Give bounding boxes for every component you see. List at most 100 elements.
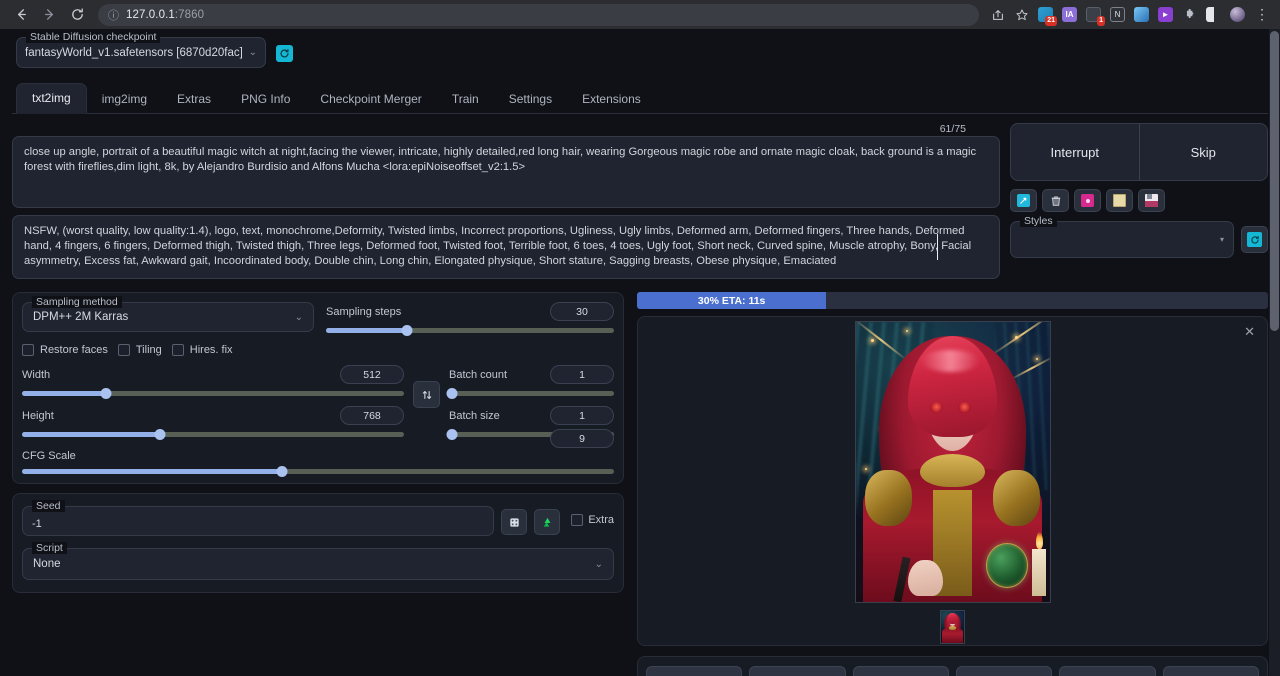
star-icon[interactable] bbox=[1011, 4, 1032, 25]
save-style-icon[interactable] bbox=[1138, 189, 1165, 212]
reuse-seed-recycle-icon[interactable] bbox=[534, 509, 560, 535]
width-slider[interactable] bbox=[22, 391, 404, 396]
slider-fill bbox=[22, 469, 282, 474]
kebab-menu-icon[interactable]: ⋮ bbox=[1251, 4, 1272, 25]
cfg-scale-slider[interactable] bbox=[22, 469, 614, 474]
tab-extensions[interactable]: Extensions bbox=[567, 85, 656, 114]
browser-actions: 21 IA 1 N ► ⋮ bbox=[987, 4, 1272, 25]
notion-icon[interactable]: N bbox=[1107, 4, 1128, 25]
reload-icon[interactable] bbox=[64, 2, 90, 28]
sampling-method-dropdown[interactable]: Sampling method DPM++ 2M Karras ⌄ bbox=[22, 302, 314, 332]
tab-extras[interactable]: Extras bbox=[162, 85, 226, 114]
sampling-steps-label: Sampling steps bbox=[326, 306, 401, 318]
sampler-panel: Sampling method DPM++ 2M Karras ⌄ Sampli… bbox=[12, 292, 624, 484]
random-seed-dice-icon[interactable] bbox=[501, 509, 527, 535]
generated-image[interactable] bbox=[855, 321, 1051, 603]
slider-knob[interactable] bbox=[447, 388, 458, 399]
checkpoint-label: Stable Diffusion checkpoint bbox=[26, 31, 160, 43]
width-group: Width 512 bbox=[22, 365, 404, 396]
seed-row: Seed -1 Extra bbox=[22, 506, 614, 536]
output-button-send-inpaint[interactable] bbox=[1059, 666, 1155, 676]
batch-count-value[interactable]: 1 bbox=[550, 365, 614, 384]
thumbnail-preview bbox=[941, 611, 964, 643]
tab-checkpoint-merger[interactable]: Checkpoint Merger bbox=[305, 85, 436, 114]
internet-archive-icon[interactable]: IA bbox=[1059, 4, 1080, 25]
sampling-method-label: Sampling method bbox=[32, 296, 122, 308]
share-icon[interactable] bbox=[987, 4, 1008, 25]
image-gallery: ✕ bbox=[637, 316, 1268, 646]
tab-train[interactable]: Train bbox=[437, 85, 494, 114]
progress-text: 30% ETA: 11s bbox=[698, 295, 766, 307]
checkbox-box[interactable] bbox=[118, 344, 130, 356]
styles-dropdown[interactable]: Styles ▾ bbox=[1010, 221, 1234, 258]
split-view-icon[interactable] bbox=[1203, 4, 1224, 25]
profile-avatar-icon[interactable] bbox=[1227, 4, 1248, 25]
screen-capture-icon[interactable]: 1 bbox=[1083, 4, 1104, 25]
trash-clear-icon[interactable] bbox=[1042, 189, 1069, 212]
cfg-scale-group: CFG Scale 9 bbox=[22, 450, 614, 474]
image-tool-icon[interactable] bbox=[1131, 4, 1152, 25]
output-button-send-img2img[interactable] bbox=[956, 666, 1052, 676]
skip-button[interactable]: Skip bbox=[1139, 124, 1268, 180]
slider-knob[interactable] bbox=[101, 388, 112, 399]
page-scrollbar[interactable] bbox=[1269, 29, 1280, 676]
extra-seed-checkbox[interactable]: Extra bbox=[571, 514, 614, 526]
forward-arrow-icon[interactable] bbox=[36, 2, 62, 28]
extra-label: Extra bbox=[588, 514, 614, 526]
refresh-checkpoint-icon[interactable] bbox=[276, 45, 293, 62]
height-value[interactable]: 768 bbox=[340, 406, 404, 425]
seed-input[interactable]: Seed -1 bbox=[22, 506, 494, 536]
prompt-section: 61/75 close up angle, portrait of a beau… bbox=[12, 123, 1268, 279]
slider-knob[interactable] bbox=[154, 429, 165, 440]
checkbox-box[interactable] bbox=[571, 514, 583, 526]
extra-networks-icon[interactable] bbox=[1074, 189, 1101, 212]
back-arrow-icon[interactable] bbox=[8, 2, 34, 28]
output-button-send-extras[interactable] bbox=[1163, 666, 1259, 676]
puzzle-extensions-icon[interactable] bbox=[1179, 4, 1200, 25]
tiling-checkbox[interactable]: Tiling bbox=[118, 344, 162, 356]
cfg-scale-value[interactable]: 9 bbox=[550, 429, 614, 448]
sampler-row: Sampling method DPM++ 2M Karras ⌄ Sampli… bbox=[22, 302, 614, 333]
checkbox-box[interactable] bbox=[22, 344, 34, 356]
refresh-styles-icon[interactable] bbox=[1241, 226, 1268, 253]
positive-prompt-input[interactable]: close up angle, portrait of a beautiful … bbox=[12, 136, 1000, 208]
slider-knob[interactable] bbox=[277, 466, 288, 477]
close-gallery-icon[interactable]: ✕ bbox=[1244, 325, 1255, 338]
checkbox-box[interactable] bbox=[172, 344, 184, 356]
script-dropdown[interactable]: Script None ⌄ bbox=[22, 548, 614, 580]
slider-knob[interactable] bbox=[401, 325, 412, 336]
interrupt-button[interactable]: Interrupt bbox=[1011, 124, 1139, 180]
site-info-icon[interactable]: ⓘ bbox=[108, 7, 119, 23]
batch-count-slider[interactable] bbox=[449, 391, 614, 396]
hires-fix-checkbox[interactable]: Hires. fix bbox=[172, 344, 233, 356]
checkpoint-dropdown[interactable]: Stable Diffusion checkpoint fantasyWorld… bbox=[16, 37, 266, 68]
height-slider[interactable] bbox=[22, 432, 404, 437]
browser-toolbar: ⓘ 127.0.0.1:7860 21 IA 1 N ► bbox=[0, 0, 1280, 29]
apply-style-clipboard-icon[interactable] bbox=[1106, 189, 1133, 212]
prompt-tool-buttons bbox=[1010, 189, 1268, 212]
scrollbar-thumb[interactable] bbox=[1270, 31, 1279, 331]
webui-app: Stable Diffusion checkpoint fantasyWorld… bbox=[0, 29, 1280, 676]
batch-size-value[interactable]: 1 bbox=[550, 406, 614, 425]
generation-progress-bar: 30% ETA: 11s bbox=[637, 292, 1268, 309]
address-bar[interactable]: ⓘ 127.0.0.1:7860 bbox=[98, 4, 979, 26]
slider-knob[interactable] bbox=[447, 429, 458, 440]
output-button-zip[interactable] bbox=[853, 666, 949, 676]
tab-settings[interactable]: Settings bbox=[494, 85, 567, 114]
tab-png-info[interactable]: PNG Info bbox=[226, 85, 305, 114]
extension-badge-icon[interactable]: 21 bbox=[1035, 4, 1056, 25]
output-button-save[interactable] bbox=[749, 666, 845, 676]
width-value[interactable]: 512 bbox=[340, 365, 404, 384]
swap-dimensions-icon[interactable] bbox=[413, 381, 440, 408]
paste-arrow-icon[interactable] bbox=[1010, 189, 1037, 212]
gallery-thumbnail[interactable] bbox=[940, 610, 965, 644]
sampling-steps-slider[interactable] bbox=[326, 328, 614, 333]
tab-txt2img[interactable]: txt2img bbox=[16, 83, 87, 114]
restore-faces-checkbox[interactable]: Restore faces bbox=[22, 344, 108, 356]
width-label: Width bbox=[22, 369, 50, 381]
tab-img2img[interactable]: img2img bbox=[87, 85, 162, 114]
output-button-open-folder[interactable] bbox=[646, 666, 742, 676]
negative-prompt-input[interactable]: NSFW, (worst quality, low quality:1.4), … bbox=[12, 215, 1000, 279]
sampling-steps-value[interactable]: 30 bbox=[550, 302, 614, 321]
video-tool-icon[interactable]: ► bbox=[1155, 4, 1176, 25]
